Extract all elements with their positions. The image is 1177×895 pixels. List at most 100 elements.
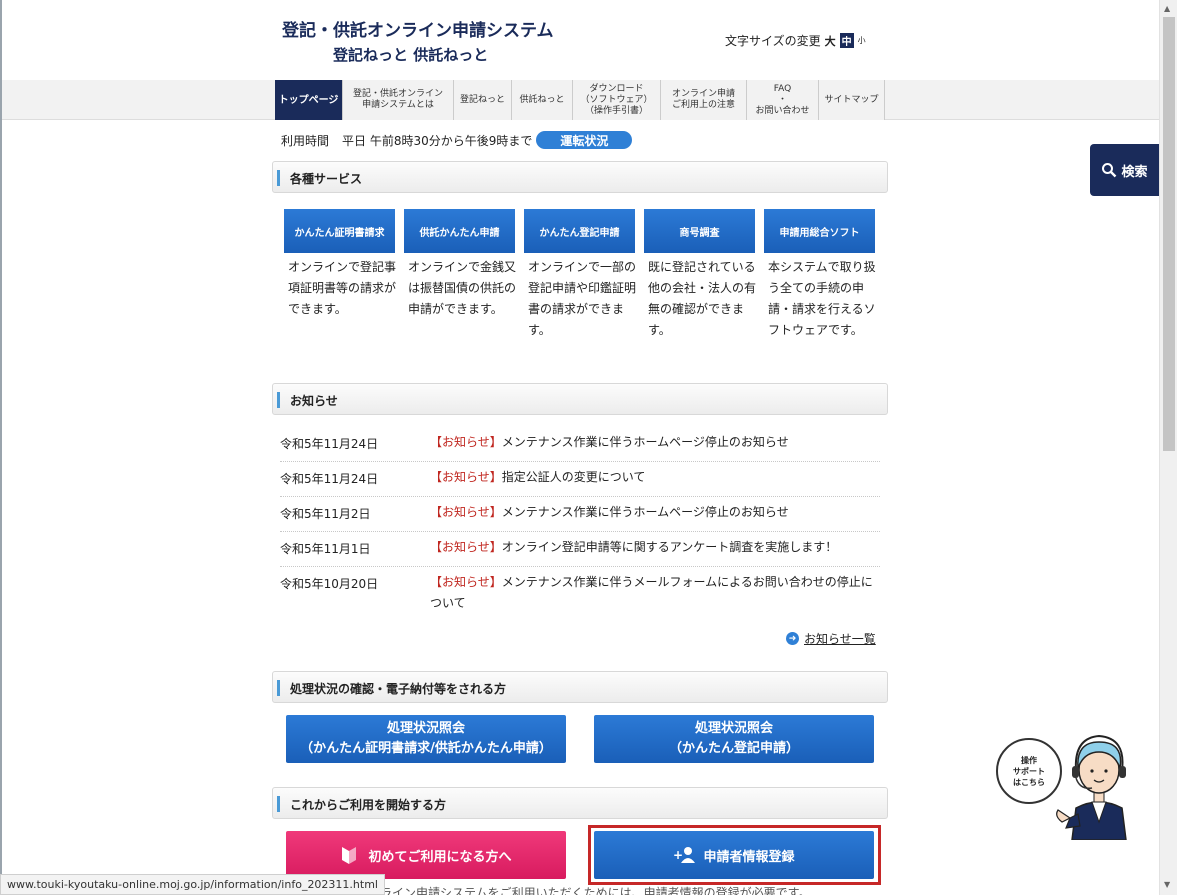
news-date: 令和5年10月20日 bbox=[280, 577, 379, 591]
beginner-mark-icon bbox=[342, 847, 357, 864]
news-date: 令和5年11月2日 bbox=[280, 507, 371, 521]
nav-item-faq[interactable]: FAQ ・ お問い合わせ bbox=[747, 80, 819, 120]
news-title-link[interactable]: オンライン登記申請等に関するアンケート調査を実施します！ bbox=[502, 540, 838, 554]
service-description: オンラインで登記事項証明書等の請求ができます。 bbox=[288, 260, 397, 316]
support-bubble-line: サポート bbox=[1013, 766, 1045, 776]
support-operator-illustration-icon bbox=[1056, 734, 1127, 840]
news-title-link[interactable]: メンテナンス作業に伴うホームページ停止のお知らせ bbox=[502, 505, 789, 519]
nav-item-sitemap[interactable]: サイトマップ bbox=[819, 80, 885, 120]
nav-item-download[interactable]: ダウンロード （ソフトウェア） （操作手引書） bbox=[573, 80, 661, 120]
nav-item-about[interactable]: 登記・供託オンライン 申請システムとは bbox=[343, 80, 454, 120]
scroll-up-arrow-icon[interactable]: ▲ bbox=[1164, 4, 1170, 13]
news-heading-text: お知らせ bbox=[290, 394, 338, 408]
news-date: 令和5年11月1日 bbox=[280, 542, 371, 556]
scroll-down-arrow-icon[interactable]: ▼ bbox=[1164, 880, 1170, 889]
nav-item-kyotaku[interactable]: 供託ねっと bbox=[512, 80, 573, 120]
news-item: 令和5年10月20日 【お知らせ】メンテナンス作業に伴うメールフォームによるお問… bbox=[280, 575, 880, 619]
trade-name-search-button[interactable]: 商号調査 bbox=[644, 209, 755, 253]
nav-item-notes[interactable]: オンライン申請 ご利用上の注意 bbox=[661, 80, 747, 120]
nav-item-top[interactable]: トップページ bbox=[275, 80, 343, 120]
service-description: 既に登記されている他の会社・法人の有無の確認ができます。 bbox=[648, 260, 757, 337]
news-body: 【お知らせ】指定公証人の変更について bbox=[430, 467, 880, 488]
start-heading: これからご利用を開始する方 bbox=[272, 787, 888, 819]
applicant-registration-label: 申請者情報登録 bbox=[703, 849, 795, 865]
news-heading: お知らせ bbox=[272, 383, 888, 415]
service-card: 商号調査 既に登記されている他の会社・法人の有無の確認ができます。 bbox=[644, 209, 757, 341]
search-icon bbox=[1102, 163, 1117, 178]
global-nav: トップページ 登記・供託オンライン 申請システムとは 登記ねっと 供託ねっと ダ… bbox=[275, 80, 885, 120]
search-label: 検索 bbox=[1121, 164, 1148, 180]
page: 登記・供託オンライン申請システム 登記ねっと 供託ねっと 文字サイズの変更 大 … bbox=[0, 0, 1177, 895]
font-size-medium-button[interactable]: 中 bbox=[839, 33, 854, 48]
service-hours-label: 利用時間 bbox=[281, 133, 330, 148]
service-description: 本システムで取り扱う全ての手続の申請・請求を行えるソフトウェアです。 bbox=[768, 260, 876, 337]
support-bubble-line: はこちら bbox=[1013, 777, 1045, 787]
service-card: 申請用総合ソフト 本システムで取り扱う全ての手続の申請・請求を行えるソフトウェア… bbox=[764, 209, 877, 341]
news-body: 【お知らせ】メンテナンス作業に伴うメールフォームによるお問い合わせの停止について bbox=[430, 572, 880, 614]
button-line: 処理状況照会 bbox=[386, 721, 465, 736]
service-card: かんたん証明書請求 オンラインで登記事項証明書等の請求ができます。 bbox=[284, 209, 397, 320]
news-body: 【お知らせ】オンライン登記申請等に関するアンケート調査を実施します！ bbox=[430, 537, 880, 558]
service-hours-value: 平日 午前8時30分から午後9時まで bbox=[342, 133, 533, 148]
news-date: 令和5年11月24日 bbox=[280, 437, 379, 451]
news-title-link[interactable]: 指定公証人の変更について bbox=[502, 470, 646, 484]
easy-deposit-application-button[interactable]: 供託かんたん申請 bbox=[404, 209, 515, 253]
news-tag: 【お知らせ】 bbox=[430, 505, 502, 519]
status-bar-url: www.touki-kyoutaku-online.moj.go.jp/info… bbox=[0, 874, 385, 895]
news-tag: 【お知らせ】 bbox=[430, 435, 502, 449]
easy-registration-application-button[interactable]: かんたん登記申請 bbox=[524, 209, 635, 253]
first-time-users-label: 初めてご利用になる方へ bbox=[368, 849, 512, 865]
news-list-link[interactable]: ➜ お知らせ一覧 bbox=[786, 630, 876, 647]
operation-status-button[interactable]: 運転状況 bbox=[536, 131, 633, 149]
processing-heading-text: 処理状況の確認・電子納付等をされる方 bbox=[290, 682, 507, 696]
news-item: 令和5年11月2日 【お知らせ】メンテナンス作業に伴うホームページ停止のお知らせ bbox=[280, 505, 880, 532]
news-tag: 【お知らせ】 bbox=[430, 470, 502, 484]
support-bubble-line: 操作 bbox=[1021, 755, 1037, 765]
news-body: 【お知らせ】メンテナンス作業に伴うホームページ停止のお知らせ bbox=[430, 432, 880, 453]
services-heading: 各種サービス bbox=[272, 161, 888, 193]
button-line: （かんたん登記申請） bbox=[668, 741, 799, 756]
font-size-large-button[interactable]: 大 bbox=[825, 33, 836, 49]
button-line: 処理状況照会 bbox=[694, 721, 773, 736]
scrollbar-thumb[interactable] bbox=[1163, 17, 1175, 451]
news-item: 令和5年11月1日 【お知らせ】オンライン登記申請等に関するアンケート調査を実施… bbox=[280, 540, 880, 567]
service-hours: 利用時間 平日 午前8時30分から午後9時まで 運転状況 bbox=[281, 131, 633, 149]
font-size-switcher: 文字サイズの変更 大 中 小 bbox=[725, 32, 866, 49]
registration-note: ライン申請システムをご利用いただくためには、申請者情報の登録が必要です。 bbox=[380, 886, 811, 895]
button-line: （かんたん証明書請求/供託かんたん申請） bbox=[300, 741, 552, 756]
status-inquiry-certificate-deposit-button[interactable]: 処理状況照会 （かんたん証明書請求/供託かんたん申請） bbox=[286, 715, 566, 763]
site-subtitle: 登記ねっと 供託ねっと bbox=[333, 46, 489, 64]
service-card: かんたん登記申請 オンラインで一部の登記申請や印鑑証明書の請求ができます。 bbox=[524, 209, 637, 341]
easy-certificate-request-button[interactable]: かんたん証明書請求 bbox=[284, 209, 395, 253]
nav-item-touki[interactable]: 登記ねっと bbox=[454, 80, 512, 120]
news-tag: 【お知らせ】 bbox=[430, 540, 502, 554]
news-tag: 【お知らせ】 bbox=[430, 575, 502, 589]
arrow-right-circle-icon: ➜ bbox=[786, 632, 799, 645]
news-body: 【お知らせ】メンテナンス作業に伴うホームページ停止のお知らせ bbox=[430, 502, 880, 523]
application-software-button[interactable]: 申請用総合ソフト bbox=[764, 209, 875, 253]
support-bubble: 操作 サポート はこちら bbox=[996, 738, 1062, 804]
svg-text:+: + bbox=[673, 848, 683, 862]
window-edge bbox=[0, 0, 2, 895]
service-card: 供託かんたん申請 オンラインで金銭又は振替国債の供託の申請ができます。 bbox=[404, 209, 517, 320]
first-time-users-button[interactable]: 初めてご利用になる方へ bbox=[286, 831, 566, 879]
service-description: オンラインで一部の登記申請や印鑑証明書の請求ができます。 bbox=[528, 260, 637, 337]
applicant-registration-button[interactable]: + 申請者情報登録 bbox=[594, 831, 874, 879]
search-button[interactable]: 検索 bbox=[1090, 144, 1159, 196]
news-title-link[interactable]: メンテナンス作業に伴うホームページ停止のお知らせ bbox=[502, 435, 789, 449]
news-date: 令和5年11月24日 bbox=[280, 472, 379, 486]
processing-heading: 処理状況の確認・電子納付等をされる方 bbox=[272, 671, 888, 703]
font-size-small-button[interactable]: 小 bbox=[858, 35, 866, 46]
status-inquiry-registration-button[interactable]: 処理状況照会 （かんたん登記申請） bbox=[594, 715, 874, 763]
site-title[interactable]: 登記・供託オンライン申請システム bbox=[282, 16, 554, 41]
service-description: オンラインで金銭又は振替国債の供託の申請ができます。 bbox=[408, 260, 517, 316]
font-size-label: 文字サイズの変更 bbox=[725, 34, 821, 48]
operation-support-widget[interactable]: 操作 サポート はこちら bbox=[996, 730, 1146, 840]
news-list-link-text[interactable]: お知らせ一覧 bbox=[804, 630, 876, 647]
news-item: 令和5年11月24日 【お知らせ】メンテナンス作業に伴うホームページ停止のお知ら… bbox=[280, 435, 880, 462]
vertical-scrollbar[interactable]: ▲ ▼ bbox=[1159, 0, 1177, 895]
start-heading-text: これからご利用を開始する方 bbox=[290, 798, 447, 812]
news-item: 令和5年11月24日 【お知らせ】指定公証人の変更について bbox=[280, 470, 880, 497]
add-user-icon: + bbox=[673, 847, 696, 863]
services-heading-text: 各種サービス bbox=[290, 172, 363, 186]
